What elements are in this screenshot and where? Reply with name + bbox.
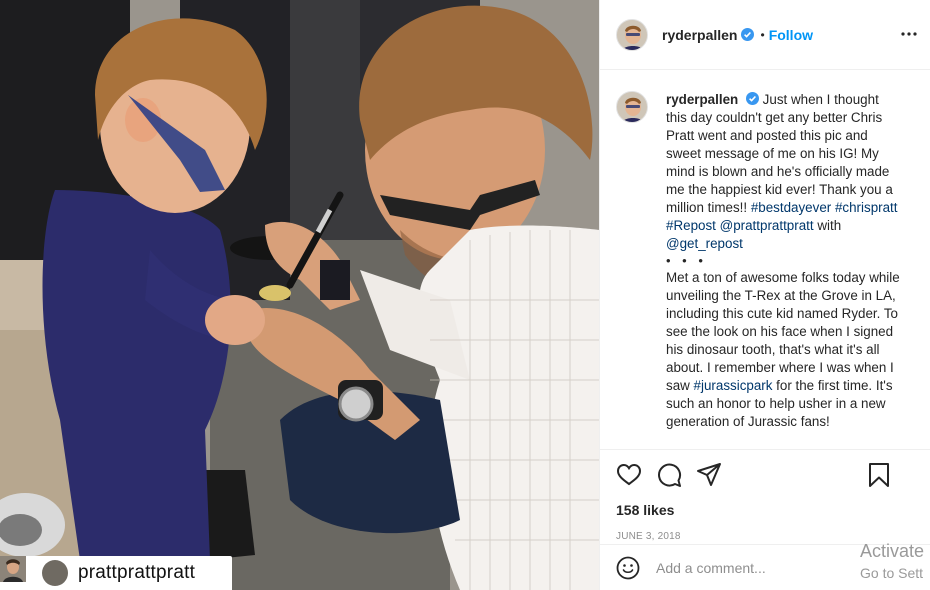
post-actions: 158 likes JUNE 3, 2018 xyxy=(600,449,930,542)
comment-icon[interactable] xyxy=(656,462,682,488)
repost-badge[interactable]: prattprattpratt xyxy=(0,556,232,590)
hashtag-link[interactable]: #bestdayever xyxy=(751,200,831,215)
action-icons xyxy=(616,450,914,500)
post-photo[interactable]: prattprattpratt xyxy=(0,0,599,590)
comment-input[interactable] xyxy=(656,559,856,576)
post-header: ryderpallen • Follow xyxy=(600,0,930,70)
photo-illustration xyxy=(0,0,599,590)
comments-area[interactable]: ryderpallen Just when I thought this day… xyxy=(600,71,930,448)
post-details-panel: ryderpallen • Follow ryderpallen Just wh… xyxy=(599,0,930,590)
caption-dots: • • • xyxy=(666,253,707,268)
add-comment-bar xyxy=(600,544,930,590)
emoji-icon[interactable] xyxy=(616,556,640,580)
avatar[interactable] xyxy=(616,91,648,123)
paper-plane-icon[interactable] xyxy=(696,462,722,488)
repost-avatar xyxy=(0,556,68,586)
more-options-icon[interactable] xyxy=(900,25,918,43)
caption-comment: ryderpallen Just when I thought this day… xyxy=(616,91,914,431)
likes-count[interactable]: 158 likes xyxy=(616,502,914,518)
hashtag-link[interactable]: #Repost xyxy=(666,218,716,233)
caption-body-2: Met a ton of awesome folks today while u… xyxy=(666,270,900,393)
follow-button[interactable]: Follow xyxy=(769,27,813,43)
caption-username[interactable]: ryderpallen xyxy=(666,92,738,107)
bookmark-icon[interactable] xyxy=(866,462,892,488)
mention-link[interactable]: @prattprattpratt xyxy=(720,218,814,233)
avatar[interactable] xyxy=(616,18,648,51)
caption-text: ryderpallen Just when I thought this day… xyxy=(666,91,902,431)
header-username[interactable]: ryderpallen xyxy=(662,27,737,43)
separator-dot: • xyxy=(760,27,765,42)
caption-body-1: Just when I thought this day couldn't ge… xyxy=(666,92,893,215)
repost-username[interactable]: prattprattpratt xyxy=(78,562,195,584)
hashtag-link[interactable]: #chrispratt xyxy=(835,200,898,215)
hashtag-link[interactable]: #jurassicpark xyxy=(694,378,773,393)
heart-icon[interactable] xyxy=(616,462,642,488)
verified-badge-icon xyxy=(741,28,755,41)
caption-with: with xyxy=(817,218,842,233)
verified-badge-icon xyxy=(745,92,759,105)
post-date: JUNE 3, 2018 xyxy=(616,531,681,542)
mention-link[interactable]: @get_repost xyxy=(666,236,743,251)
